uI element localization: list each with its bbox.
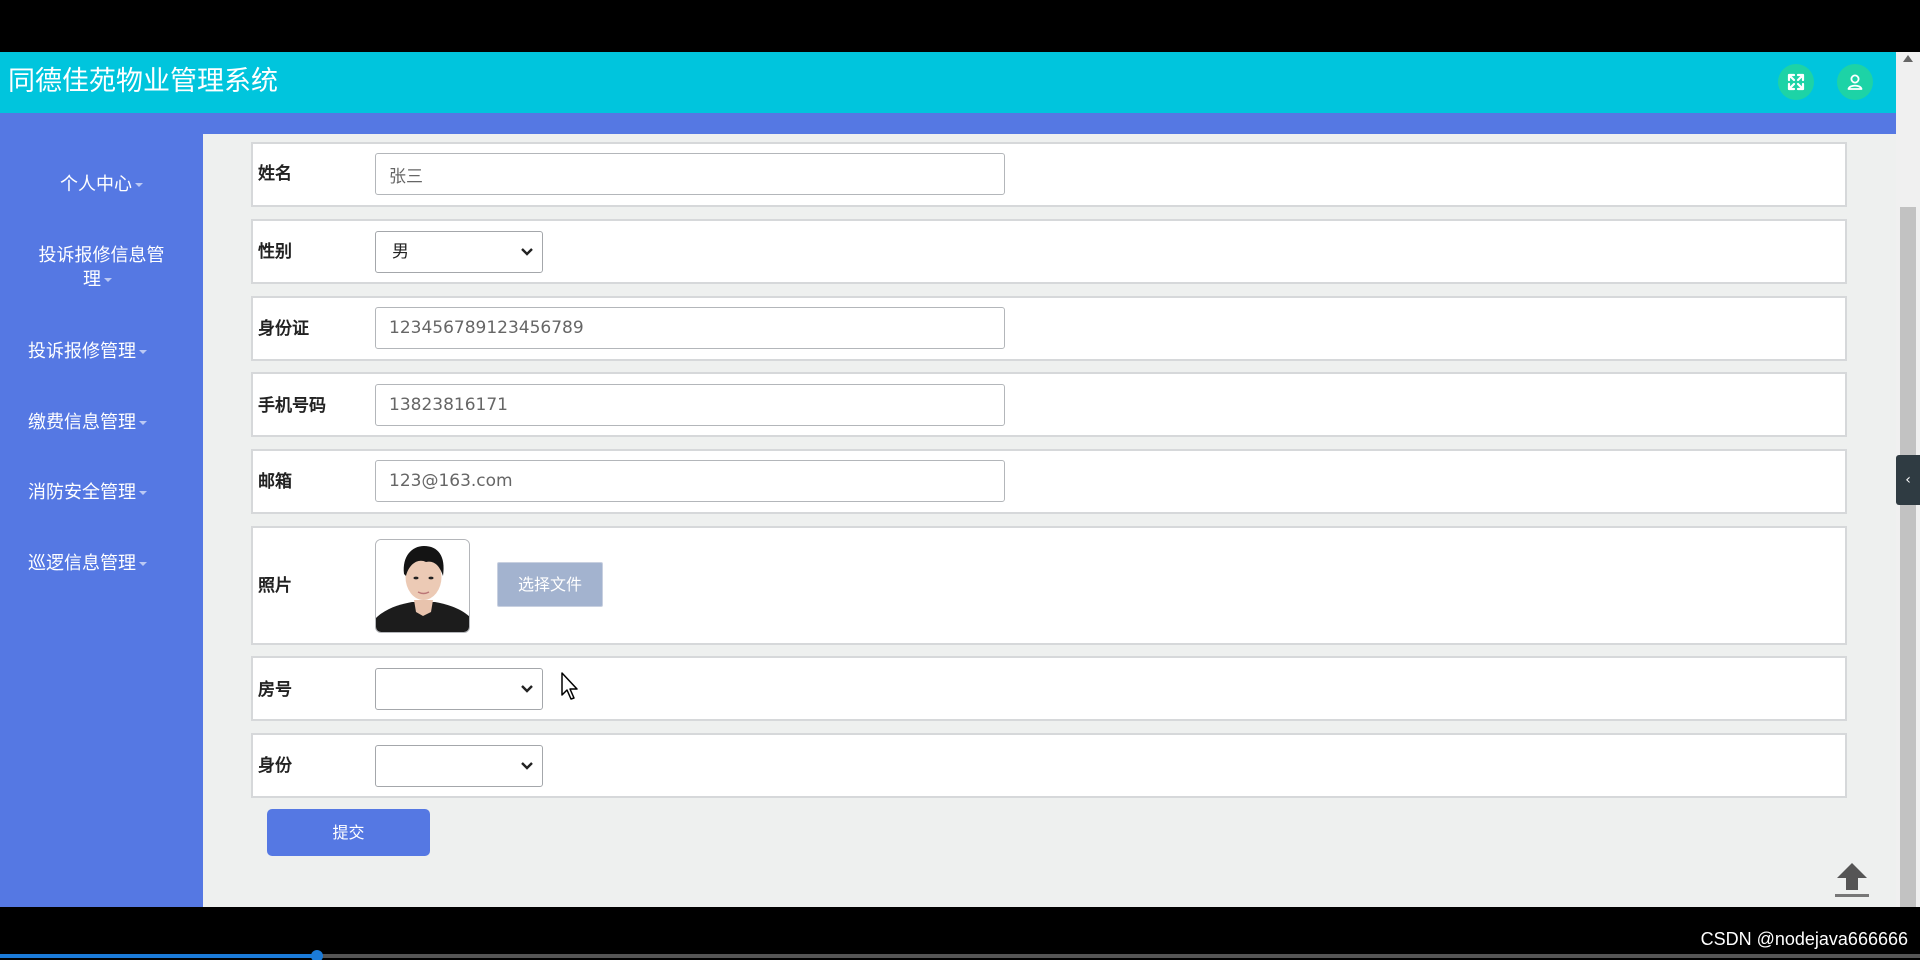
form-row-room: 房号 [251, 656, 1847, 721]
sidebar-item-complaint-info-management[interactable]: 投诉报修信息管 理 [0, 244, 195, 292]
user-icon [1847, 74, 1863, 90]
screen: 同德佳苑物业管理系统 个人中心 投诉报修信息管 理 投诉报修管理 缴费信息管理 [0, 0, 1920, 960]
caret-down-icon [139, 562, 147, 566]
sidebar-item-label: 投诉报修信息管 [38, 245, 165, 266]
gender-selected-value: 男 [392, 242, 409, 262]
phone-label: 手机号码 [258, 396, 326, 416]
portrait-image [376, 540, 469, 632]
fullscreen-button[interactable] [1778, 64, 1814, 100]
caret-down-icon [139, 421, 147, 425]
sidebar-item-label: 巡逻信息管理 [28, 553, 136, 574]
app-title: 同德佳苑物业管理系统 [8, 66, 278, 97]
sidebar-item-label: 消防安全管理 [28, 482, 136, 503]
main-content: 姓名 性别 男 身份证 手机号码 邮箱 照片 [203, 134, 1896, 907]
name-label: 姓名 [258, 164, 292, 184]
expand-icon [1787, 73, 1805, 91]
profile-photo [375, 539, 470, 633]
email-label: 邮箱 [258, 472, 292, 492]
gender-label: 性别 [258, 242, 292, 262]
form-row-phone: 手机号码 [251, 372, 1847, 437]
caret-down-icon [139, 491, 147, 495]
gender-select[interactable]: 男 [375, 231, 543, 273]
sidebar-item-fire-safety-management[interactable]: 消防安全管理 [0, 481, 189, 505]
identity-select[interactable] [375, 745, 543, 787]
side-panel-toggle[interactable]: ‹ [1896, 455, 1920, 505]
email-input[interactable] [375, 460, 1005, 502]
video-progress-bar[interactable] [0, 950, 1920, 960]
header-band [0, 113, 1896, 134]
watermark: CSDN @nodejava666666 [1700, 929, 1908, 949]
scrollbar-thumb[interactable] [1900, 207, 1916, 907]
id-card-input[interactable] [375, 307, 1005, 349]
sidebar-item-payment-management[interactable]: 缴费信息管理 [0, 411, 189, 435]
user-menu-button[interactable] [1837, 64, 1873, 100]
caret-down-icon [104, 278, 112, 282]
sidebar-item-label: 缴费信息管理 [28, 412, 136, 433]
back-to-top-icon[interactable] [1831, 860, 1873, 900]
room-label: 房号 [258, 680, 292, 700]
photo-label: 照片 [258, 576, 292, 596]
form-row-name: 姓名 [251, 142, 1847, 207]
room-select[interactable] [375, 668, 543, 710]
sidebar-item-complaint-management[interactable]: 投诉报修管理 [0, 340, 189, 364]
caret-down-icon [139, 350, 147, 354]
chevron-down-icon [521, 762, 533, 770]
form-row-gender: 性别 男 [251, 219, 1847, 284]
chevron-down-icon [521, 248, 533, 256]
chevron-left-icon: ‹ [1905, 472, 1911, 488]
sidebar-item-label: 投诉报修管理 [28, 341, 136, 362]
choose-file-button[interactable]: 选择文件 [497, 562, 603, 607]
identity-label: 身份 [258, 756, 292, 776]
form-row-id-card: 身份证 [251, 296, 1847, 361]
scroll-up-arrow-icon[interactable] [1903, 55, 1913, 62]
video-progress-fill [0, 954, 317, 958]
id-card-label: 身份证 [258, 319, 309, 339]
sidebar-item-label: 个人中心 [60, 174, 132, 195]
sidebar-item-patrol-management[interactable]: 巡逻信息管理 [0, 552, 189, 576]
mouse-cursor-icon [561, 672, 578, 700]
sidebar-item-label-line2: 理 [83, 269, 101, 290]
form-row-identity: 身份 [251, 733, 1847, 798]
video-progress-handle[interactable] [310, 950, 323, 960]
caret-down-icon [135, 183, 143, 187]
app-header: 同德佳苑物业管理系统 [0, 52, 1896, 113]
submit-button[interactable]: 提交 [267, 809, 430, 856]
form-row-photo: 照片 选择文件 [251, 526, 1847, 645]
sidebar: 个人中心 投诉报修信息管 理 投诉报修管理 缴费信息管理 消防安全管理 巡逻信息… [0, 113, 203, 907]
sidebar-item-personal-center[interactable]: 个人中心 [0, 173, 203, 197]
form-row-email: 邮箱 [251, 449, 1847, 514]
name-input[interactable] [375, 153, 1005, 195]
phone-input[interactable] [375, 384, 1005, 426]
video-player-bar: CSDN @nodejava666666 [0, 907, 1920, 960]
chevron-down-icon [521, 685, 533, 693]
